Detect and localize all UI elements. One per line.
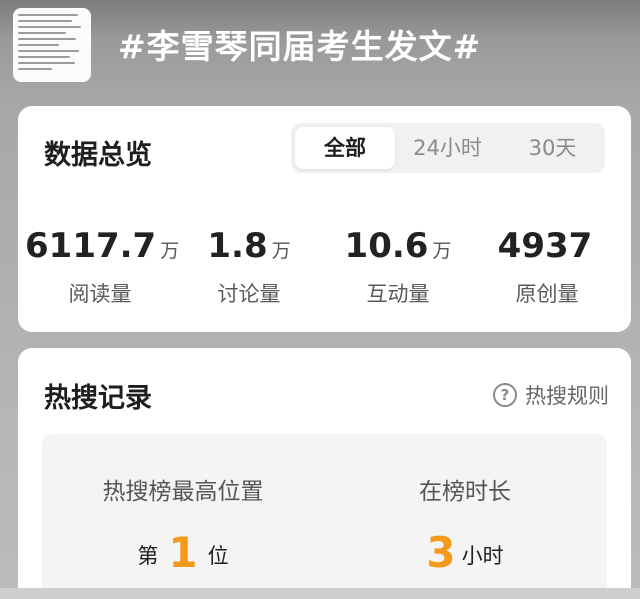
stat-value: 4937 xyxy=(497,226,593,266)
topic-header: #李雪琴同届考生发文# xyxy=(0,0,640,100)
time-range-tabs: 全部 24小时 30天 xyxy=(291,123,605,173)
stat-reads: 6117.7 万 阅读量 xyxy=(25,226,179,308)
rank-prefix: 第 xyxy=(137,544,159,568)
stat-value: 6117.7 xyxy=(25,226,157,266)
stat-label: 原创量 xyxy=(515,282,579,306)
tab-30d[interactable]: 30天 xyxy=(500,123,605,173)
rank-value: 1 xyxy=(168,528,198,577)
stat-unit: 万 xyxy=(432,240,452,262)
stat-value: 10.6 xyxy=(344,226,429,266)
stat-interactions: 10.6 万 互动量 xyxy=(323,226,473,308)
hot-search-title: 热搜记录 xyxy=(44,383,152,414)
max-position-label: 热搜榜最高位置 xyxy=(102,479,264,505)
duration-label: 在榜时长 xyxy=(419,479,511,505)
stat-label: 阅读量 xyxy=(68,282,132,306)
topic-title: #李雪琴同届考生发文# xyxy=(118,27,482,66)
tab-24h[interactable]: 24小时 xyxy=(395,123,500,173)
stat-label: 讨论量 xyxy=(217,282,281,306)
rank-suffix: 位 xyxy=(207,544,229,568)
tab-all[interactable]: 全部 xyxy=(295,127,395,169)
question-circle-icon: ? xyxy=(493,383,517,407)
hot-record-panel: 热搜榜最高位置 第1位 在榜时长 3 小时 xyxy=(42,434,607,599)
hot-search-card: 热搜记录 ? 热搜规则 热搜榜最高位置 第1位 在榜时长 3 小时 xyxy=(18,348,631,599)
data-overview-card: 数据总览 全部 24小时 30天 6117.7 万 阅读量 1.8 万 讨论量 10… xyxy=(18,106,631,332)
duration-value: 3 xyxy=(426,528,456,577)
duration-block: 在榜时长 3 小时 xyxy=(324,434,606,577)
topic-page: #李雪琴同届考生发文# 数据总览 全部 24小时 30天 6117.7 万 阅读量… xyxy=(0,0,640,599)
bottom-edge xyxy=(0,588,640,599)
duration-suffix: 小时 xyxy=(461,544,504,568)
stat-unit: 万 xyxy=(271,240,291,262)
stat-original: 4937 原创量 xyxy=(472,226,622,308)
hot-rules-link[interactable]: ? 热搜规则 xyxy=(493,380,609,410)
max-position-block: 热搜榜最高位置 第1位 xyxy=(42,434,324,577)
stat-label: 互动量 xyxy=(366,282,430,306)
article-thumbnail[interactable] xyxy=(13,8,91,82)
stat-discussions: 1.8 万 讨论量 xyxy=(174,226,324,308)
stat-value: 1.8 xyxy=(207,226,268,266)
overview-title: 数据总览 xyxy=(44,140,152,171)
hot-rules-label: 热搜规则 xyxy=(525,384,609,408)
